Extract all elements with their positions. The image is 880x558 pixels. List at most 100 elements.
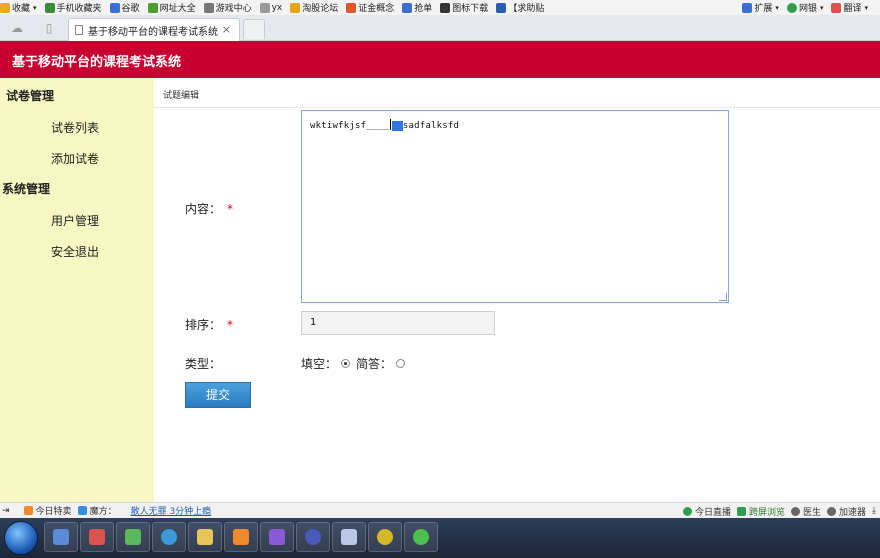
document-icon [75, 25, 83, 35]
paw-icon [496, 2, 507, 13]
app-header: 基于移动平台的课程考试系统 [0, 41, 880, 78]
fire-icon [346, 2, 357, 13]
bookmark-mobile[interactable]: 手机收藏夹 [44, 1, 102, 14]
eclipse-icon [305, 529, 321, 545]
folder-icon [197, 529, 213, 545]
chevron-down-icon: ▾ [33, 3, 37, 12]
submit-button[interactable]: 提交 [185, 382, 251, 408]
sidebar-item-add-exam[interactable]: 添加试卷 [51, 150, 99, 167]
google-icon [109, 2, 120, 13]
taskbar-app-1[interactable] [44, 522, 78, 552]
status-accelerator[interactable]: 加速器 [827, 505, 866, 518]
cursor-icon [402, 2, 413, 13]
extensions-button[interactable]: 扩展 ▾ [742, 1, 779, 14]
sidebar-item-users[interactable]: 用户管理 [51, 212, 99, 229]
radio-fill[interactable] [341, 359, 351, 368]
sun-icon [290, 2, 301, 13]
bookmark-sites[interactable]: 网址大全 [147, 1, 196, 14]
app-title: 基于移动平台的课程考试系统 [12, 55, 182, 70]
visual-studio-icon [269, 529, 285, 545]
content-label: 内容： * [185, 202, 234, 216]
tab-title: 基于移动平台的课程考试系统 [88, 26, 218, 38]
download-app-icon [125, 529, 141, 545]
content-textarea[interactable]: wktiwfkjsf____ __sadfalksfd [301, 110, 729, 303]
status-live[interactable]: 今日直播 [682, 505, 731, 518]
sidebar-item-logout[interactable]: 安全退出 [51, 243, 99, 260]
taskbar-app-3[interactable] [116, 522, 150, 552]
bookmark-concept[interactable]: 证金概念 [346, 1, 394, 14]
resize-handle[interactable] [719, 293, 727, 301]
taskbar-app-4[interactable] [152, 522, 186, 552]
taskbar-app-10[interactable] [368, 522, 402, 552]
bookmark-games[interactable]: 游戏中心 [203, 1, 252, 14]
radio-short-answer[interactable] [396, 359, 406, 368]
content-text: wktiwfkjsf____ __sadfalksfd [310, 119, 460, 131]
start-button[interactable] [4, 521, 38, 555]
download-icon[interactable]: ⤓ [872, 506, 876, 516]
cloud-icon[interactable]: ☁ [10, 21, 24, 35]
translate-button[interactable]: 翻译 ▾ [831, 1, 868, 14]
browser-status-bar: ⇥ 今日特卖 魔方： 散人无罪 3分钟上瘾 今日直播 跨屏浏览 医生 加速器 ⤓ [0, 502, 880, 518]
taskbar-app-8[interactable] [296, 522, 330, 552]
taskbar-app-6[interactable] [224, 522, 258, 552]
bookmark-icons[interactable]: 图标下载 [440, 1, 488, 14]
rocket-icon [827, 506, 836, 516]
bookmark-grab[interactable]: 抢单 [402, 1, 432, 14]
bank-icon [786, 2, 797, 13]
main-content: 试题编辑 内容： * wktiwfkjsf____ __sadfalksfd 排序：… [154, 78, 880, 502]
bookmark-yx[interactable]: yx [259, 2, 282, 13]
ie-browser-icon [161, 529, 177, 545]
phone-icon [44, 2, 55, 13]
taskbar-app-7[interactable] [260, 522, 294, 552]
paint-app-icon [89, 529, 105, 545]
taskbar-app-5[interactable] [188, 522, 222, 552]
arrow-app-icon [341, 529, 357, 545]
taskbar-app-9[interactable] [332, 522, 366, 552]
required-mark: * [227, 202, 234, 216]
star-icon [0, 2, 10, 13]
chevron-down-icon: ▾ [864, 3, 868, 12]
sidebar-section-system: 系统管理 [2, 182, 51, 196]
online-bank-button[interactable]: 网银 ▾ [786, 1, 824, 14]
translate-icon [831, 2, 842, 13]
breadcrumb-current: 试题编辑 [163, 91, 200, 101]
status-game-link[interactable]: 散人无罪 3分钟上瘾 [131, 504, 212, 517]
close-icon[interactable]: × [222, 23, 231, 36]
page-icon [259, 2, 270, 13]
bookmark-help[interactable]: 【求助贴 [496, 1, 544, 14]
bookmarks-right: 扩展 ▾ 网银 ▾ 翻译 ▾ [742, 0, 876, 15]
doctor-icon [790, 506, 800, 516]
option-short-label: 简答： [356, 357, 393, 371]
taskbar-app-11[interactable] [404, 522, 438, 552]
bookmark-google[interactable]: 谷歌 [109, 1, 140, 14]
order-label: 排序： * [185, 318, 234, 332]
taskbar-app-2[interactable] [80, 522, 114, 552]
bookmark-favorites[interactable]: 收藏 ▾ [0, 1, 37, 14]
order-input[interactable]: 1 [301, 311, 495, 335]
type-label: 类型： [185, 357, 222, 371]
tab-exam-system[interactable]: 基于移动平台的课程考试系统 × [68, 18, 240, 41]
gamepad-icon [203, 2, 214, 13]
status-hot-sale[interactable]: 今日特卖 [23, 504, 72, 517]
sidebar-item-exam-list[interactable]: 试卷列表 [51, 119, 99, 136]
selected-blank: __ [391, 121, 403, 131]
media-app-icon [377, 529, 393, 545]
sidebar: 试卷管理 试卷列表 添加试卷 系统管理 用户管理 安全退出 [0, 78, 154, 502]
status-cross-screen[interactable]: 跨屏浏览 [736, 505, 785, 518]
status-magic[interactable]: 魔方： [77, 504, 117, 517]
chevron-down-icon: ▾ [819, 3, 824, 12]
window-app-icon [53, 529, 69, 545]
status-doctor[interactable]: 医生 [790, 505, 821, 518]
sidebar-section-exam: 试卷管理 [6, 89, 55, 103]
gift-icon [23, 506, 33, 515]
bookmark-forum[interactable]: 淘股论坛 [290, 1, 338, 14]
sublime-icon [233, 529, 249, 545]
tab-strip: ☁ ▯ 基于移动平台的课程考试系统 × [0, 15, 880, 41]
trash-icon[interactable]: ▯ [42, 21, 56, 35]
sidebar-toggle-icon[interactable]: ⇥ [2, 506, 10, 516]
cube-icon [77, 506, 87, 515]
status-right: 今日直播 跨屏浏览 医生 加速器 ⤓ [682, 503, 878, 518]
browser-360-icon [413, 529, 429, 545]
type-options: 填空： 简答： [301, 355, 411, 372]
new-tab-button[interactable] [243, 19, 265, 39]
